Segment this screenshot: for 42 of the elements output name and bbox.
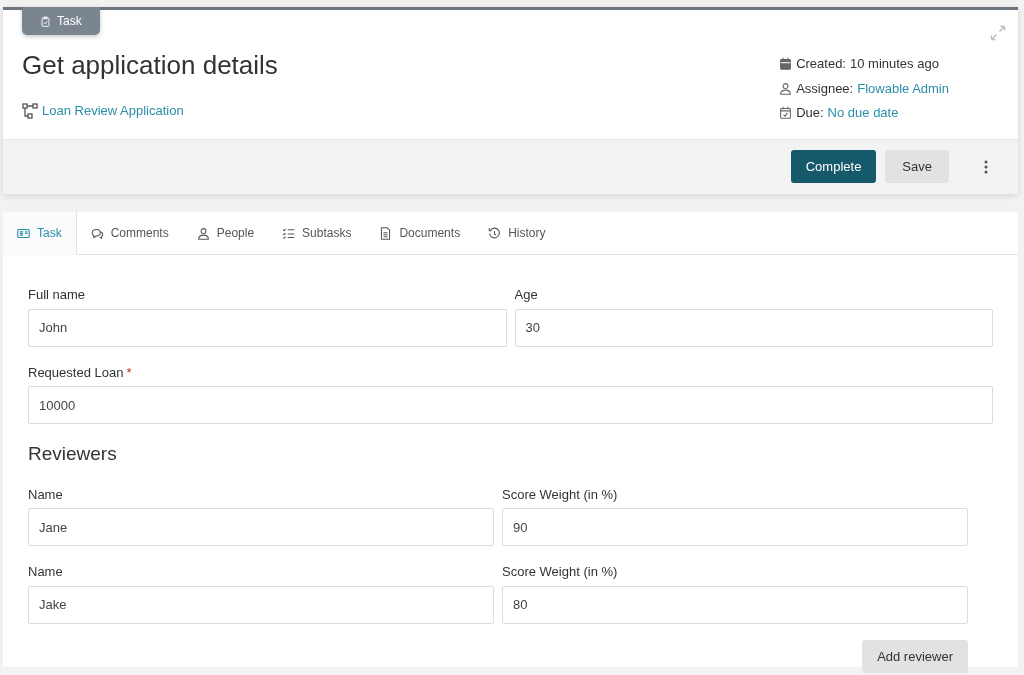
input-field[interactable]: Jake (28, 585, 494, 624)
user-icon (779, 81, 793, 95)
field-label: Name (28, 563, 64, 581)
clipboard-icon (40, 15, 51, 27)
user-icon (196, 226, 210, 240)
meta-label: Assignee: (796, 79, 854, 98)
calendar-check-icon (779, 106, 793, 120)
meta-label: Due: (796, 104, 824, 122)
required-mark: * (126, 364, 132, 380)
meta-link[interactable]: No due date (827, 103, 899, 123)
input-field[interactable]: Jane (28, 508, 494, 546)
field-label: Score Weight (in %) (502, 563, 619, 581)
input-field[interactable]: 10000 (28, 386, 993, 424)
history-icon (488, 226, 502, 240)
input-field[interactable]: 30 (514, 308, 993, 347)
add-reviewer-button[interactable]: Add reviewer (862, 639, 968, 673)
expand-icon (990, 25, 1006, 41)
field-label: Name (28, 485, 64, 504)
save-button[interactable]: Save (885, 149, 949, 183)
speech-bubbles-icon (90, 226, 104, 240)
flow-diagram-icon (22, 102, 38, 119)
input-field[interactable]: 80 (502, 585, 968, 624)
document-icon (379, 226, 393, 240)
field-label: Full name (28, 286, 87, 304)
field-label: Requested Loan (28, 364, 124, 380)
tab[interactable]: Task (3, 212, 77, 255)
input-field[interactable]: John (28, 308, 507, 347)
meta-link[interactable]: Flowable Admin (857, 78, 949, 98)
process-link[interactable]: Loan Review Application (42, 101, 184, 121)
meta-label: Created: (796, 55, 846, 73)
calendar-icon (779, 57, 793, 71)
input-field[interactable]: 90 (502, 508, 968, 546)
task-title: Get application details (22, 50, 278, 82)
id-card-icon (17, 226, 30, 240)
field-label: Score Weight (in %) (502, 485, 619, 504)
field-label: Age (514, 286, 539, 304)
more-icon (984, 160, 988, 175)
badge-label: Task (57, 13, 82, 30)
complete-button[interactable]: Complete (790, 149, 877, 183)
checklist-icon (282, 226, 296, 240)
section-heading: Reviewers (28, 442, 118, 466)
meta-value: 10 minutes ago (850, 55, 939, 73)
